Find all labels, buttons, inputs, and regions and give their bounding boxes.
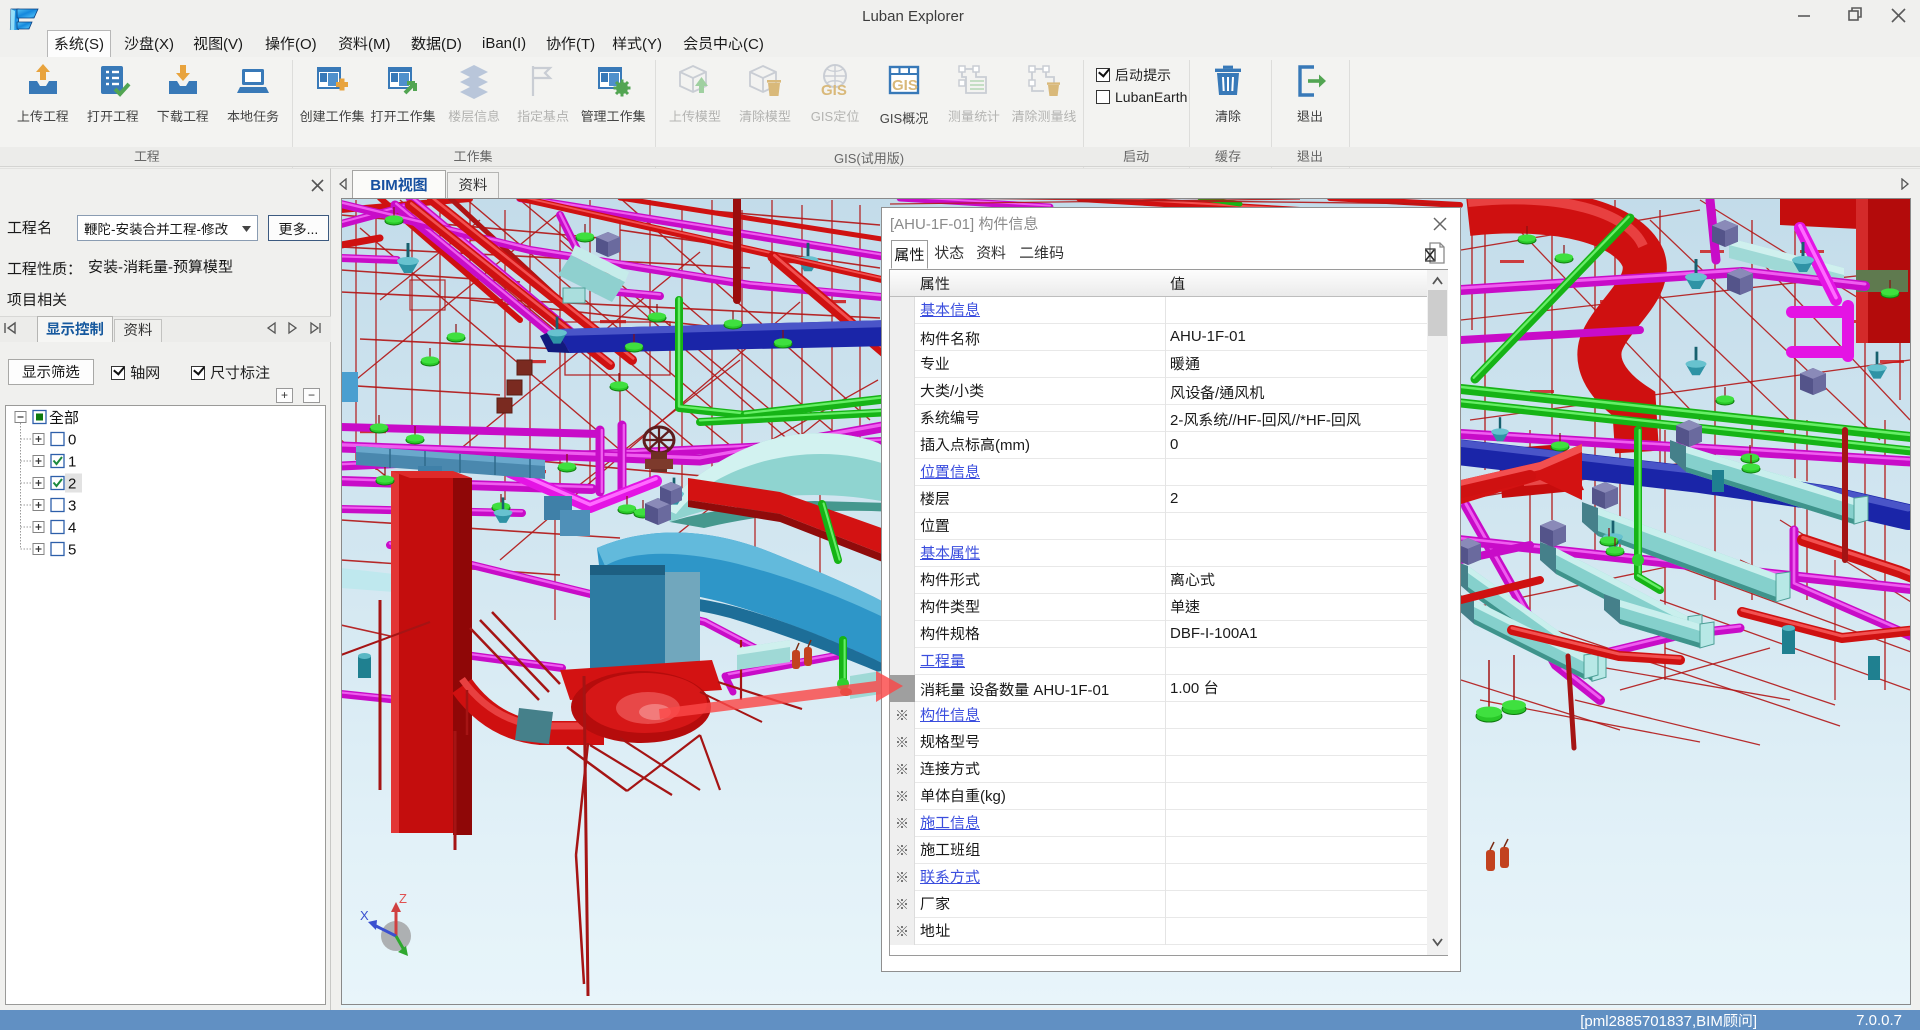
svg-text:2: 2 bbox=[68, 476, 76, 493]
svg-text:GIS: GIS bbox=[892, 77, 918, 94]
svg-text:全部: 全部 bbox=[49, 410, 79, 427]
svg-text:5: 5 bbox=[68, 542, 76, 559]
svg-text:4: 4 bbox=[68, 520, 76, 537]
svg-text:1: 1 bbox=[68, 454, 76, 471]
svg-text:0: 0 bbox=[68, 432, 76, 449]
svg-text:GIS: GIS bbox=[821, 82, 847, 99]
svg-text:3: 3 bbox=[68, 498, 76, 515]
